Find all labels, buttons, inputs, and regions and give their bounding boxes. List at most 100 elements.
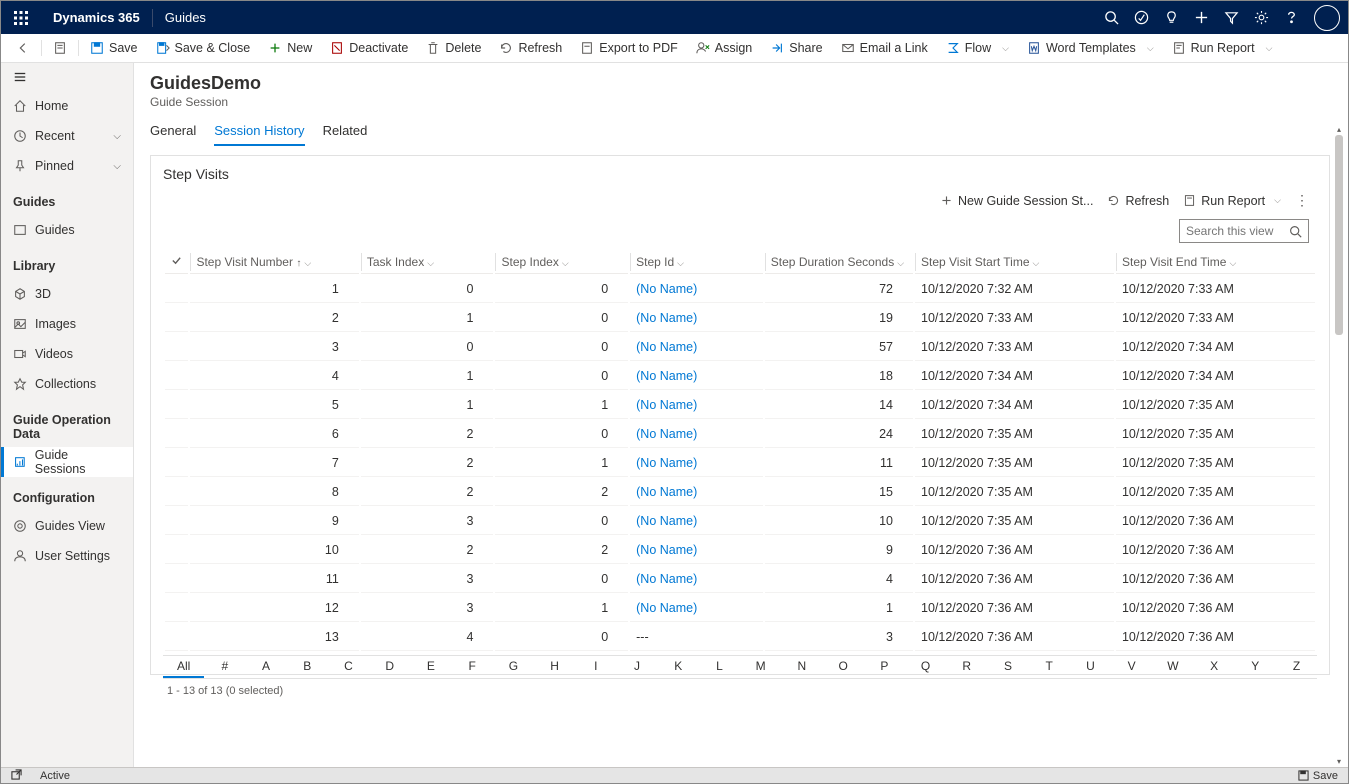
step-id-link[interactable]: (No Name) xyxy=(636,398,697,412)
alpha-c[interactable]: C xyxy=(328,656,369,678)
sidebar-item-videos[interactable]: Videos xyxy=(1,339,133,369)
sidebar-item-guides-view[interactable]: Guides View xyxy=(1,511,133,541)
alpha-o[interactable]: O xyxy=(823,656,864,678)
alpha-t[interactable]: T xyxy=(1029,656,1070,678)
col-task-index[interactable]: Task Index⌵ xyxy=(361,251,494,274)
sidebar-item-home[interactable]: Home xyxy=(1,91,133,121)
refresh-button[interactable]: Refresh xyxy=(490,34,571,62)
alpha-x[interactable]: X xyxy=(1193,656,1234,678)
step-id-link[interactable]: (No Name) xyxy=(636,311,697,325)
step-id-link[interactable]: (No Name) xyxy=(636,514,697,528)
new-session-button[interactable]: New Guide Session St... xyxy=(940,194,1093,208)
sidebar-item-collections[interactable]: Collections xyxy=(1,369,133,399)
delete-button[interactable]: Delete xyxy=(417,34,490,62)
vertical-scrollbar[interactable] xyxy=(1335,125,1343,749)
sidebar-item-guides[interactable]: Guides xyxy=(1,215,133,245)
alpha-z[interactable]: Z xyxy=(1276,656,1317,678)
word-templates-button[interactable]: Word Templates⌵ xyxy=(1018,34,1163,62)
save-close-button[interactable]: Save & Close xyxy=(147,34,260,62)
alpha-d[interactable]: D xyxy=(369,656,410,678)
sidebar-item-images[interactable]: Images xyxy=(1,309,133,339)
step-id-link[interactable]: (No Name) xyxy=(636,340,697,354)
back-button[interactable] xyxy=(7,34,39,62)
email-link-button[interactable]: Email a Link xyxy=(832,34,937,62)
assign-button[interactable]: Assign xyxy=(687,34,762,62)
deactivate-button[interactable]: Deactivate xyxy=(321,34,417,62)
alpha-s[interactable]: S xyxy=(987,656,1028,678)
export-pdf-button[interactable]: Export to PDF xyxy=(571,34,687,62)
table-row[interactable]: 410(No Name)1810/12/2020 7:34 AM10/12/20… xyxy=(165,363,1315,390)
settings-icon[interactable] xyxy=(1246,1,1276,34)
flow-button[interactable]: Flow⌵ xyxy=(937,34,1018,62)
step-id-link[interactable]: (No Name) xyxy=(636,282,697,296)
filter-icon[interactable] xyxy=(1216,1,1246,34)
col-step-id[interactable]: Step Id⌵ xyxy=(630,251,763,274)
step-id-link[interactable]: (No Name) xyxy=(636,427,697,441)
form-selector-button[interactable] xyxy=(44,34,76,62)
alpha-f[interactable]: F xyxy=(452,656,493,678)
step-id-link[interactable]: (No Name) xyxy=(636,456,697,470)
table-row[interactable]: 210(No Name)1910/12/2020 7:33 AM10/12/20… xyxy=(165,305,1315,332)
step-id-link[interactable]: (No Name) xyxy=(636,572,697,586)
add-icon[interactable] xyxy=(1186,1,1216,34)
step-id-link[interactable]: (No Name) xyxy=(636,485,697,499)
table-row[interactable]: 930(No Name)1010/12/2020 7:35 AM10/12/20… xyxy=(165,508,1315,535)
step-id-link[interactable]: --- xyxy=(636,630,649,644)
step-id-link[interactable]: (No Name) xyxy=(636,543,697,557)
save-button[interactable]: Save xyxy=(81,34,147,62)
col-end-time[interactable]: Step Visit End Time⌵ xyxy=(1116,251,1315,274)
alpha-a[interactable]: A xyxy=(245,656,286,678)
table-row[interactable]: 100(No Name)7210/12/2020 7:32 AM10/12/20… xyxy=(165,276,1315,303)
popout-icon[interactable] xyxy=(11,769,22,783)
select-all-checkbox[interactable] xyxy=(165,251,188,274)
table-row[interactable]: 511(No Name)1410/12/2020 7:34 AM10/12/20… xyxy=(165,392,1315,419)
user-avatar[interactable] xyxy=(1314,5,1340,31)
scroll-down-icon[interactable]: ▾ xyxy=(1335,757,1343,765)
alpha-p[interactable]: P xyxy=(864,656,905,678)
tab-session-history[interactable]: Session History xyxy=(214,119,304,146)
alpha-u[interactable]: U xyxy=(1070,656,1111,678)
brand-label[interactable]: Dynamics 365 xyxy=(41,10,152,25)
alpha-v[interactable]: V xyxy=(1111,656,1152,678)
sidebar-item-recent[interactable]: Recent⌵ xyxy=(1,121,133,151)
alpha-m[interactable]: M xyxy=(740,656,781,678)
more-commands-button[interactable]: ⋮ xyxy=(1295,192,1309,209)
search-input[interactable] xyxy=(1186,224,1289,238)
alpha-y[interactable]: Y xyxy=(1235,656,1276,678)
col-step-index[interactable]: Step Index⌵ xyxy=(495,251,628,274)
alpha-q[interactable]: Q xyxy=(905,656,946,678)
table-row[interactable]: 300(No Name)5710/12/2020 7:33 AM10/12/20… xyxy=(165,334,1315,361)
table-row[interactable]: 1340---310/12/2020 7:36 AM10/12/2020 7:3… xyxy=(165,624,1315,651)
alpha-k[interactable]: K xyxy=(658,656,699,678)
table-row[interactable]: 620(No Name)2410/12/2020 7:35 AM10/12/20… xyxy=(165,421,1315,448)
col-step-duration[interactable]: Step Duration Seconds⌵ xyxy=(765,251,913,274)
col-start-time[interactable]: Step Visit Start Time⌵ xyxy=(915,251,1114,274)
table-row[interactable]: 1022(No Name)910/12/2020 7:36 AM10/12/20… xyxy=(165,537,1315,564)
lightbulb-icon[interactable] xyxy=(1156,1,1186,34)
sidebar-item-pinned[interactable]: Pinned⌵ xyxy=(1,151,133,181)
card-run-report-button[interactable]: Run Report⌵ xyxy=(1183,194,1281,208)
tab-related[interactable]: Related xyxy=(323,119,368,146)
step-id-link[interactable]: (No Name) xyxy=(636,369,697,383)
card-refresh-button[interactable]: Refresh xyxy=(1107,194,1169,208)
alpha-i[interactable]: I xyxy=(575,656,616,678)
hamburger-button[interactable] xyxy=(1,63,133,91)
assistant-icon[interactable] xyxy=(1126,1,1156,34)
alpha-n[interactable]: N xyxy=(781,656,822,678)
alpha-all[interactable]: All xyxy=(163,656,204,678)
alpha-e[interactable]: E xyxy=(410,656,451,678)
table-row[interactable]: 1130(No Name)410/12/2020 7:36 AM10/12/20… xyxy=(165,566,1315,593)
table-row[interactable]: 1231(No Name)110/12/2020 7:36 AM10/12/20… xyxy=(165,595,1315,622)
sidebar-item-user-settings[interactable]: User Settings xyxy=(1,541,133,571)
share-button[interactable]: Share xyxy=(761,34,831,62)
alpha-r[interactable]: R xyxy=(946,656,987,678)
search-icon[interactable] xyxy=(1096,1,1126,34)
tab-general[interactable]: General xyxy=(150,119,196,146)
alpha-j[interactable]: J xyxy=(616,656,657,678)
alpha-g[interactable]: G xyxy=(493,656,534,678)
table-row[interactable]: 822(No Name)1510/12/2020 7:35 AM10/12/20… xyxy=(165,479,1315,506)
step-id-link[interactable]: (No Name) xyxy=(636,601,697,615)
sidebar-item-3d[interactable]: 3D xyxy=(1,279,133,309)
alpha-#[interactable]: # xyxy=(204,656,245,678)
alpha-h[interactable]: H xyxy=(534,656,575,678)
